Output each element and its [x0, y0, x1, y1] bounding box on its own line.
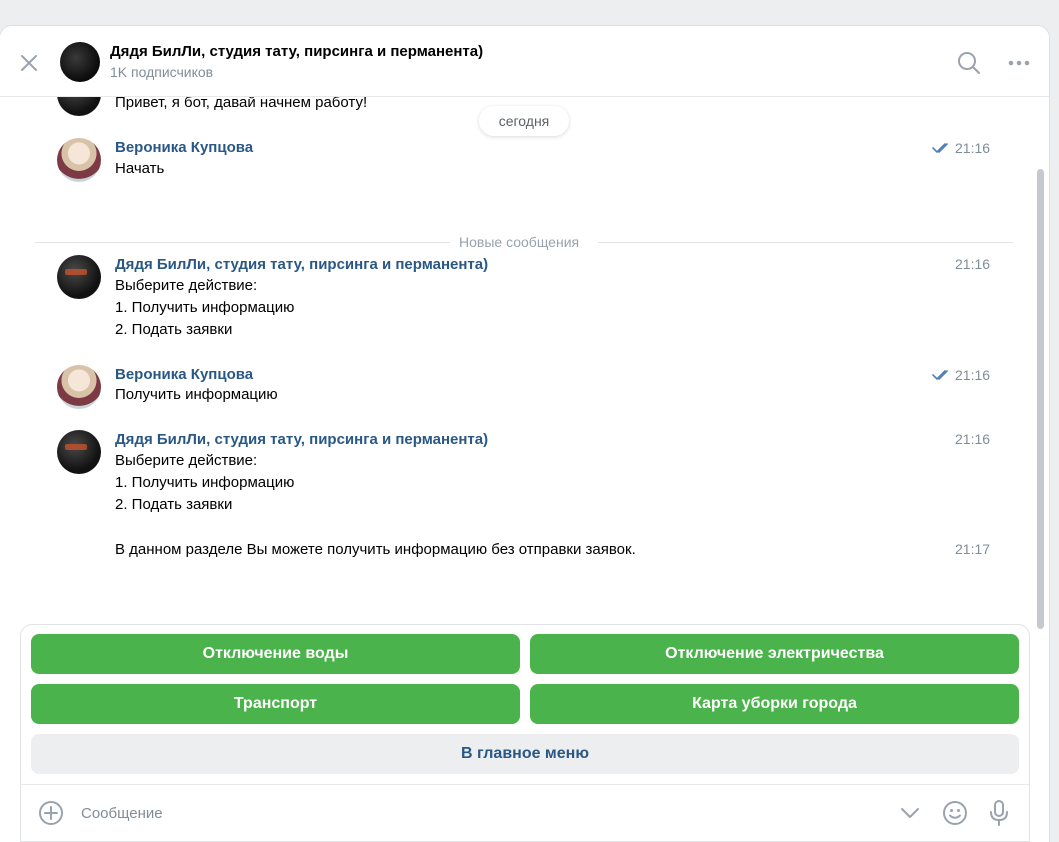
user-avatar[interactable] [57, 138, 101, 182]
water-outage-button[interactable]: Отключение воды [31, 634, 520, 674]
message-text-line: Выберите действие: [115, 277, 258, 294]
cleaning-map-button[interactable]: Карта уборки города [530, 684, 1019, 724]
sender-name[interactable]: Вероника Купцова [115, 139, 253, 156]
new-messages-label: Новые сообщения [459, 234, 580, 250]
microphone-icon[interactable] [988, 799, 1010, 827]
message-text-line: Выберите действие: [115, 452, 258, 469]
message-text-line: 2. Подать заявки [115, 496, 233, 513]
subscriber-count: 1K подписчиков [110, 64, 214, 80]
transport-button[interactable]: Транспорт [31, 684, 520, 724]
message-text: Получить информацию [115, 386, 278, 403]
sender-name[interactable]: Вероника Купцова [115, 366, 253, 383]
message-time: 21:16 [955, 140, 991, 156]
message-text: Начать [115, 160, 165, 177]
sender-name[interactable]: Дядя БилЛи, студия тату, пирсинга и перм… [115, 431, 488, 448]
double-check-icon [932, 143, 948, 154]
message-time: 21:17 [955, 541, 991, 557]
close-icon[interactable] [18, 52, 40, 74]
message-time: 21:16 [955, 367, 991, 383]
message-time: 21:16 [955, 256, 991, 272]
message-text: В данном разделе Вы можете получить инфо… [115, 541, 636, 558]
more-icon[interactable] [1006, 52, 1032, 74]
scrollbar[interactable] [1037, 169, 1044, 629]
bot-avatar[interactable] [57, 255, 101, 299]
bot-keyboard: Отключение воды Отключение электричества… [20, 624, 1030, 785]
emoji-icon[interactable] [942, 800, 968, 826]
message-history[interactable]: Привет, я бот, давай начнем работу! сего… [0, 72, 1049, 616]
chat-header: Дядя БилЛи, студия тату, пирсинга и перм… [0, 26, 1049, 97]
power-outage-button[interactable]: Отключение электричества [530, 634, 1019, 674]
message-text-line: 1. Получить информацию [115, 299, 295, 316]
message-time: 21:16 [955, 431, 991, 447]
main-menu-button[interactable]: В главное меню [31, 734, 1019, 774]
new-messages-divider [35, 242, 450, 243]
message-text-line: 2. Подать заявки [115, 321, 233, 338]
message-input[interactable] [79, 795, 883, 831]
search-icon[interactable] [956, 50, 982, 76]
community-avatar[interactable] [60, 42, 100, 82]
message-composer [20, 784, 1030, 842]
attach-icon[interactable] [38, 800, 64, 826]
community-title[interactable]: Дядя БилЛи, студия тату, пирсинга и перм… [110, 43, 483, 60]
chevron-down-icon[interactable] [900, 807, 920, 819]
new-messages-divider [598, 242, 1013, 243]
date-label: сегодня [479, 106, 569, 136]
bot-avatar[interactable] [57, 430, 101, 474]
double-check-icon [932, 370, 948, 381]
user-avatar[interactable] [57, 365, 101, 409]
message-text-line: 1. Получить информацию [115, 474, 295, 491]
chat-window: Дядя БилЛи, студия тату, пирсинга и перм… [0, 26, 1049, 842]
sender-name[interactable]: Дядя БилЛи, студия тату, пирсинга и перм… [115, 256, 488, 273]
